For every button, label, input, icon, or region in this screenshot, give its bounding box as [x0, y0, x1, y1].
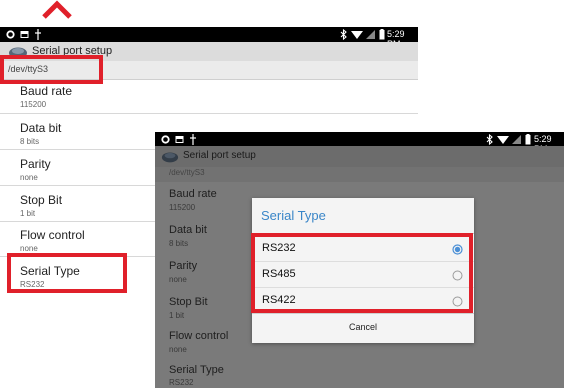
- status-bar: 5:29 PM: [155, 132, 564, 154]
- setting-summary: none: [20, 244, 38, 253]
- status-bar: 5:29 PM: [0, 27, 418, 49]
- wifi-icon: [351, 30, 363, 39]
- highlight-serial-type: [7, 253, 127, 293]
- setting-title: Flow control: [20, 228, 85, 242]
- setting-summary: 115200: [169, 203, 196, 212]
- setting-title: Serial Type: [169, 364, 224, 376]
- wifi-icon: [497, 135, 509, 144]
- setting-title: Stop Bit: [20, 193, 63, 207]
- image-icon: [175, 135, 184, 144]
- signal-icon: [366, 30, 375, 39]
- app-icon: [161, 150, 179, 163]
- signal-icon: [512, 135, 521, 144]
- battery-icon: [525, 134, 531, 145]
- setting-title: Parity: [20, 157, 51, 171]
- setting-summary: 8 bits: [20, 137, 40, 146]
- image-icon: [20, 30, 29, 39]
- port-header: /dev/ttyS3: [155, 167, 564, 182]
- setting-baud-rate[interactable]: Baud rate 115200: [0, 80, 418, 114]
- setting-summary: 8 bits: [169, 239, 189, 248]
- usb-icon: [189, 134, 197, 145]
- setting-serial-type[interactable]: Serial Type RS232: [155, 360, 564, 388]
- cancel-button[interactable]: Cancel: [252, 314, 474, 343]
- dialog-title: Serial Type: [261, 208, 326, 223]
- setting-summary: none: [169, 275, 187, 284]
- setting-title: Data bit: [20, 121, 62, 135]
- port-path: /dev/ttyS3: [169, 168, 205, 177]
- battery-icon: [379, 29, 385, 40]
- setting-title: Baud rate: [20, 84, 73, 98]
- setting-title: Parity: [169, 260, 198, 272]
- settings-icon: [161, 135, 170, 144]
- setting-summary: RS232: [169, 378, 194, 387]
- highlight-port-path: [0, 55, 103, 84]
- setting-summary: none: [20, 173, 38, 182]
- chevron-up-icon: [40, 0, 74, 20]
- setting-summary: 1 bit: [169, 311, 185, 320]
- page-title: Serial port setup: [183, 150, 256, 161]
- setting-summary: 115200: [20, 100, 47, 109]
- bluetooth-icon: [486, 134, 493, 145]
- settings-icon: [6, 30, 15, 39]
- usb-icon: [34, 29, 42, 40]
- setting-summary: 1 bit: [20, 209, 36, 218]
- highlight-dialog-options: [251, 233, 473, 313]
- setting-title: Stop Bit: [169, 296, 208, 308]
- bluetooth-icon: [340, 29, 347, 40]
- setting-summary: none: [169, 345, 187, 354]
- action-bar: Serial port setup: [155, 146, 564, 167]
- setting-title: Flow control: [169, 330, 229, 342]
- setting-title: Baud rate: [169, 188, 217, 200]
- cancel-label: Cancel: [348, 322, 377, 332]
- setting-title: Data bit: [169, 224, 207, 236]
